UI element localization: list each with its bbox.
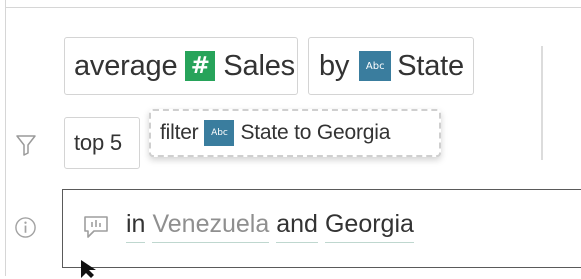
panel-border-top [5, 7, 581, 8]
pill-average-sales[interactable]: average # Sales [64, 37, 298, 95]
query-word: in [126, 210, 146, 243]
pill-aggregation-label: average [74, 49, 178, 82]
string-icon: Abc [359, 51, 392, 81]
filter-text-label: State to Georgia [240, 121, 391, 144]
pill-grouping-label: by [319, 49, 350, 82]
pill-field-label: Sales [223, 49, 295, 82]
speech-bubble-icon [84, 216, 108, 238]
pill-top-5[interactable]: top 5 [64, 117, 140, 169]
query-word: and [276, 210, 318, 243]
divider [541, 46, 543, 160]
filter-funnel-icon [16, 135, 36, 156]
number-icon: # [185, 51, 216, 81]
pill-top-label: top 5 [74, 130, 122, 155]
filter-prefix-label: filter [160, 121, 199, 144]
query-word: Georgia [324, 210, 414, 243]
mouse-pointer-icon [81, 260, 96, 278]
query-word-unrecognized: Venezuela [152, 210, 270, 243]
ask-data-panel: average # Sales by Abc State top 5 filte… [0, 0, 581, 278]
info-icon[interactable] [14, 216, 37, 239]
query-text[interactable]: in Venezuela and Georgia [126, 210, 414, 243]
panel-border-left [5, 0, 6, 276]
pill-by-state[interactable]: by Abc State [308, 37, 474, 95]
string-icon: Abc [204, 120, 235, 146]
suggested-filter-pill[interactable]: filter Abc State to Georgia [149, 109, 441, 157]
pill-field-label: State [397, 49, 464, 82]
